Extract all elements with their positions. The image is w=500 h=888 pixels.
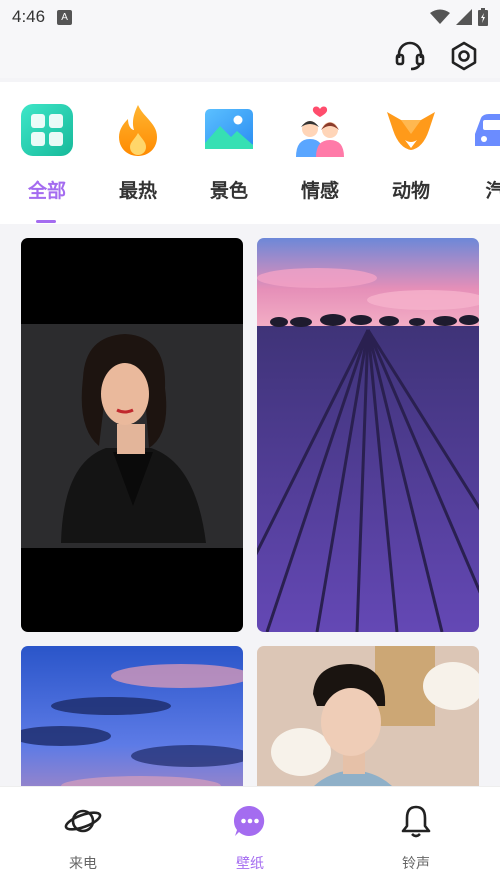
landscape-icon <box>201 102 257 158</box>
planet-icon <box>63 801 103 841</box>
category-label: 汽 <box>485 181 500 202</box>
nav-label: 铃声 <box>402 855 430 871</box>
fox-icon <box>383 102 439 158</box>
category-label: 全部 <box>27 181 66 202</box>
wallpaper-card[interactable] <box>21 646 243 786</box>
woman-portrait-image <box>21 238 243 632</box>
man-portrait-image <box>257 646 479 786</box>
category-animals[interactable]: 动物 <box>366 102 456 203</box>
car-icon <box>467 102 500 158</box>
category-emotion[interactable]: 情感 <box>275 102 365 203</box>
couple-icon <box>292 102 348 158</box>
nav-label: 来电 <box>69 855 97 871</box>
chat-bubble-icon <box>230 801 270 841</box>
wallpaper-card[interactable] <box>21 238 243 632</box>
active-category-indicator <box>36 220 56 223</box>
category-label: 最热 <box>118 181 157 202</box>
status-time: 4:46 <box>12 7 46 26</box>
status-indicators <box>430 8 488 26</box>
flame-icon <box>110 102 166 158</box>
wallpaper-grid <box>0 224 500 786</box>
sunset-clouds-image <box>21 646 243 786</box>
category-bar: 全部 最热 景色 情感 动物 汽 <box>0 82 500 224</box>
customer-service-icon[interactable] <box>392 38 428 74</box>
notification-a-icon: A <box>57 9 73 25</box>
category-car[interactable]: 汽 <box>450 102 500 203</box>
wifi-icon <box>430 9 450 24</box>
top-bar <box>0 34 500 78</box>
wallpaper-card[interactable] <box>257 646 479 786</box>
category-label: 情感 <box>300 181 339 202</box>
battery-icon <box>478 8 488 26</box>
nav-label: 壁纸 <box>236 855 264 871</box>
lavender-field-image <box>257 238 479 632</box>
tab-ringtone[interactable]: 铃声 <box>356 801 476 873</box>
category-hot[interactable]: 最热 <box>93 102 183 203</box>
status-bar: 4:46 A <box>0 0 500 34</box>
category-label: 动物 <box>391 181 430 202</box>
grid-icon <box>19 102 75 158</box>
category-scenery[interactable]: 景色 <box>184 102 274 203</box>
tab-incoming-call[interactable]: 来电 <box>23 801 143 873</box>
tab-wallpaper[interactable]: 壁纸 <box>190 801 310 873</box>
bell-icon <box>396 801 436 841</box>
wallpaper-card[interactable] <box>257 238 479 632</box>
settings-icon[interactable] <box>446 38 482 74</box>
category-all[interactable]: 全部 <box>2 102 92 203</box>
signal-icon <box>456 9 472 25</box>
bottom-nav: 来电 壁纸 铃声 <box>0 786 500 888</box>
category-label: 景色 <box>209 181 248 202</box>
